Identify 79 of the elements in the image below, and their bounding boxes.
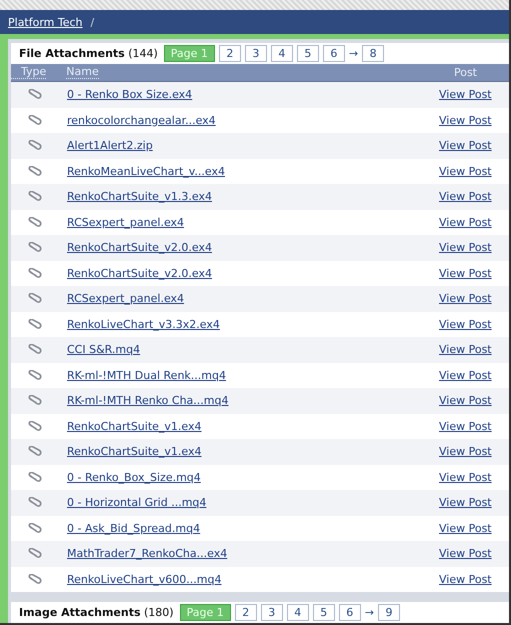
paperclip-icon [27,216,42,228]
page-link[interactable]: 9 [378,604,400,621]
column-header: Post [454,66,477,79]
file-link[interactable]: 0 - Horizontal Grid ...mq4 [67,496,206,510]
paperclip-icon [27,472,42,483]
page-link[interactable]: 3 [244,45,267,62]
view-post-link[interactable]: View Post [439,572,492,586]
file-link[interactable]: RenkoLiveChart_v3.3x2.ex4 [67,318,220,331]
paperclip-icon [27,395,42,406]
page-link[interactable]: 6 [322,45,345,62]
file-link[interactable]: RCSexpert_panel.ex4 [67,216,184,229]
arrow-icon: → [364,606,374,619]
paperclip-icon [27,370,42,381]
file-link[interactable]: RenkoChartSuite_v2.0.ex4 [67,266,212,280]
paperclip-icon [27,89,42,100]
view-post-link[interactable]: View Post [439,368,492,382]
paperclip-icon [27,268,42,279]
view-post-link[interactable]: View Post [439,547,492,560]
page-link[interactable]: 4 [286,604,309,621]
paperclip-icon [27,446,42,458]
paperclip-icon [27,318,42,330]
view-post-link[interactable]: View Post [439,292,492,306]
paperclip-icon [27,522,42,534]
view-post-link[interactable]: View Post [439,522,492,535]
view-post-link[interactable]: View Post [439,445,492,458]
view-post-link[interactable]: View Post [439,164,492,178]
paperclip-icon [27,242,42,254]
view-post-link[interactable]: View Post [439,241,492,254]
file-link[interactable]: RenkoChartSuite_v1.3.ex4 [67,190,212,204]
paperclip-icon [27,191,42,202]
file-link[interactable]: 0 - Renko Box Size.ex4 [67,88,192,102]
view-post-link[interactable]: View Post [439,114,492,127]
page-link[interactable]: 2 [218,45,241,62]
paperclip-icon [27,574,42,585]
view-post-link[interactable]: View Post [439,139,492,152]
file-link[interactable]: RenkoChartSuite_v1.ex4 [67,445,202,458]
file-link[interactable]: RK-ml-!MTH Dual Renk...mq4 [67,368,226,382]
view-post-link[interactable]: View Post [439,470,492,484]
paperclip-icon [27,140,42,152]
file-link[interactable]: 0 - Ask_Bid_Spread.mq4 [67,522,200,535]
page-link[interactable]: 5 [296,45,319,62]
paperclip-icon [27,420,42,432]
breadcrumb-separator: / [90,16,94,28]
view-post-link[interactable]: View Post [439,394,492,408]
breadcrumb-link[interactable]: Platform Tech [8,16,83,28]
page-link[interactable]: 6 [338,604,361,621]
view-post-link[interactable]: View Post [439,88,492,102]
page-link[interactable]: 4 [270,45,293,62]
page-link[interactable]: 8 [362,45,384,62]
view-post-link[interactable]: View Post [439,190,492,204]
view-post-link[interactable]: View Post [439,318,492,331]
file-link[interactable]: RenkoMeanLiveChart_v...ex4 [67,164,225,178]
page-link[interactable]: 5 [312,604,335,621]
file-link[interactable]: MathTrader7_RenkoCha...ex4 [67,547,228,560]
paperclip-icon [27,293,42,304]
file-link[interactable]: renkocolorchangealar...ex4 [67,114,216,127]
file-link[interactable]: RenkoChartSuite_v2.0.ex4 [67,241,212,254]
file-link[interactable]: RK-ml-!MTH Renko Cha...mq4 [67,394,228,408]
file-link[interactable]: RCSexpert_panel.ex4 [67,292,184,306]
file-link[interactable]: CCI S&R.mq4 [67,343,140,356]
paperclip-icon [27,344,42,356]
view-post-link[interactable]: View Post [439,266,492,280]
file-link[interactable]: RenkoChartSuite_v1.ex4 [67,420,202,433]
section-title: Image Attachments (180) [19,606,174,619]
paperclip-icon [27,497,42,508]
view-post-link[interactable]: View Post [439,343,492,356]
section-title: File Attachments (144) [19,47,158,60]
file-link[interactable]: Alert1Alert2.zip [67,139,153,152]
page-link[interactable]: 2 [234,604,257,621]
arrow-icon: → [348,47,358,60]
view-post-link[interactable]: View Post [439,216,492,229]
paperclip-icon [27,114,42,126]
page-link[interactable]: 3 [260,604,283,621]
paperclip-icon [27,548,42,560]
view-post-link[interactable]: View Post [439,496,492,510]
paperclip-icon [27,166,42,177]
view-post-link[interactable]: View Post [439,420,492,433]
file-link[interactable]: RenkoLiveChart_v600...mq4 [67,572,222,586]
file-link[interactable]: 0 - Renko_Box_Size.mq4 [67,470,201,484]
